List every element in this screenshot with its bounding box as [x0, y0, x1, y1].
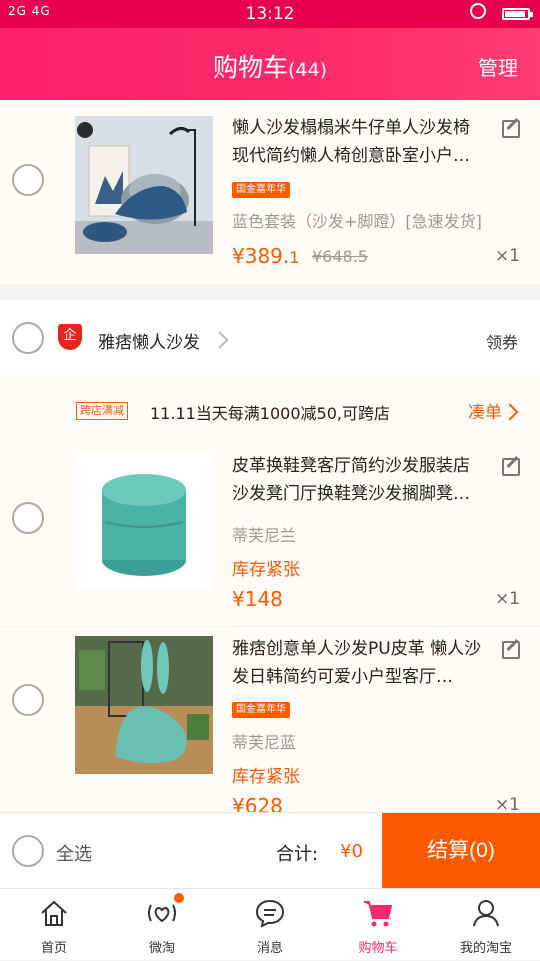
tab-profile[interactable]: 我的淘宝	[432, 889, 540, 961]
price-main: ¥389.	[232, 244, 290, 268]
tab-label: 首页	[40, 941, 67, 956]
quantity[interactable]: ×1	[495, 795, 520, 812]
select-all-checkbox[interactable]	[12, 835, 44, 867]
clock: 13:12	[245, 4, 295, 24]
product-price: ¥628	[232, 794, 283, 812]
item-checkbox[interactable]	[12, 502, 44, 534]
product-sku[interactable]: 蓝色套装（沙发+脚蹬）[急速发货]	[232, 208, 482, 232]
shop-badge-icon: 企	[58, 324, 82, 350]
price-decimal: 1	[289, 248, 300, 267]
edit-icon[interactable]	[502, 120, 520, 138]
shop-name[interactable]: 雅痞懒人沙发	[98, 328, 200, 353]
tab-weitao[interactable]: 微淘	[108, 889, 216, 961]
add-on-link[interactable]: 凑单	[468, 398, 502, 423]
product-title[interactable]: 皮革换鞋凳客厅简约沙发服装店沙发凳门厅换鞋凳沙发搁脚凳…	[232, 452, 482, 508]
product-image[interactable]	[75, 636, 213, 774]
product-sku[interactable]: 蒂芙尼蓝	[232, 729, 296, 753]
battery-icon	[502, 8, 533, 20]
page-title-text: 购物车	[212, 53, 288, 82]
original-price: ¥648.5	[312, 247, 368, 266]
chevron-right-icon[interactable]	[211, 331, 229, 349]
tab-label: 我的淘宝	[459, 941, 512, 956]
edit-icon[interactable]	[502, 641, 520, 659]
manage-button[interactable]: 管理	[478, 52, 518, 81]
total-value: ¥0	[340, 841, 363, 862]
tab-messages[interactable]: 消息	[216, 889, 324, 961]
page-title: 购物车(44)	[0, 48, 540, 84]
cart-icon	[364, 901, 393, 927]
chevron-right-icon[interactable]	[501, 403, 519, 421]
cart-item: 皮革换鞋凳客厅简约沙发服装店沙发凳门厅换鞋凳沙发搁脚凳… 蒂芙尼兰 库存紧张 ¥…	[0, 444, 540, 626]
edit-icon[interactable]	[502, 458, 520, 476]
shop-checkbox[interactable]	[12, 322, 44, 354]
product-title[interactable]: 懒人沙发榻榻米牛仔单人沙发椅现代简约懒人椅创意卧室小户…	[232, 114, 482, 170]
checkout-bar: 全选 合计: ¥0 结算(0)	[0, 812, 540, 889]
bottom-tab-bar: 首页 微淘 消息 购物车 我的淘宝	[0, 888, 540, 960]
weitao-icon	[148, 904, 176, 923]
product-image[interactable]	[75, 116, 213, 254]
home-icon	[41, 900, 67, 926]
coupon-button[interactable]: 领券	[486, 329, 518, 353]
notification-dot	[174, 893, 184, 903]
profile-icon	[473, 900, 499, 927]
message-icon	[255, 899, 285, 928]
stock-warning: 库存紧张	[232, 767, 300, 787]
checkout-button[interactable]: 结算(0)	[382, 813, 540, 889]
product-price: ¥389.1	[232, 244, 299, 268]
promo-badge: 国金嘉年华	[232, 182, 290, 198]
promo-badge: 国金嘉年华	[232, 702, 290, 718]
tab-label: 购物车	[358, 941, 398, 956]
alarm-icon	[470, 3, 486, 19]
promo-tag: 跨店满减	[76, 402, 128, 420]
promo-bar: 跨店满减 11.11当天每满1000减50,可跨店 凑单	[0, 376, 540, 444]
product-price: ¥148	[232, 587, 283, 611]
tab-label: 微淘	[148, 941, 175, 956]
tab-home[interactable]: 首页	[0, 889, 108, 961]
cart-item: 雅痞创意单人沙发PU皮革 懒人沙发日韩简约可爱小户型客厅… 国金嘉年华 蒂芙尼蓝…	[0, 627, 540, 812]
cart-item: 懒人沙发榻榻米牛仔单人沙发椅现代简约懒人椅创意卧室小户… 国金嘉年华 蓝色套装（…	[0, 100, 540, 284]
quantity[interactable]: ×1	[495, 589, 520, 609]
cart-count: (44)	[288, 59, 328, 81]
item-checkbox[interactable]	[12, 164, 44, 196]
product-image[interactable]	[75, 452, 213, 590]
item-checkbox[interactable]	[12, 684, 44, 716]
tab-cart[interactable]: 购物车	[324, 889, 432, 961]
total-label: 合计:	[276, 844, 319, 865]
tab-label: 消息	[256, 941, 283, 956]
product-title[interactable]: 雅痞创意单人沙发PU皮革 懒人沙发日韩简约可爱小户型客厅…	[232, 635, 482, 691]
promo-text: 11.11当天每满1000减50,可跨店	[150, 404, 390, 423]
product-sku[interactable]: 蒂芙尼兰	[232, 522, 296, 546]
shop-header: 企 雅痞懒人沙发 领券	[0, 300, 540, 376]
cart-header: 购物车(44) 管理	[0, 28, 540, 100]
quantity[interactable]: ×1	[495, 246, 520, 266]
select-all-label[interactable]: 全选	[56, 840, 92, 866]
stock-warning: 库存紧张	[232, 560, 300, 580]
status-bar: 2G 4G 13:12	[0, 0, 540, 28]
